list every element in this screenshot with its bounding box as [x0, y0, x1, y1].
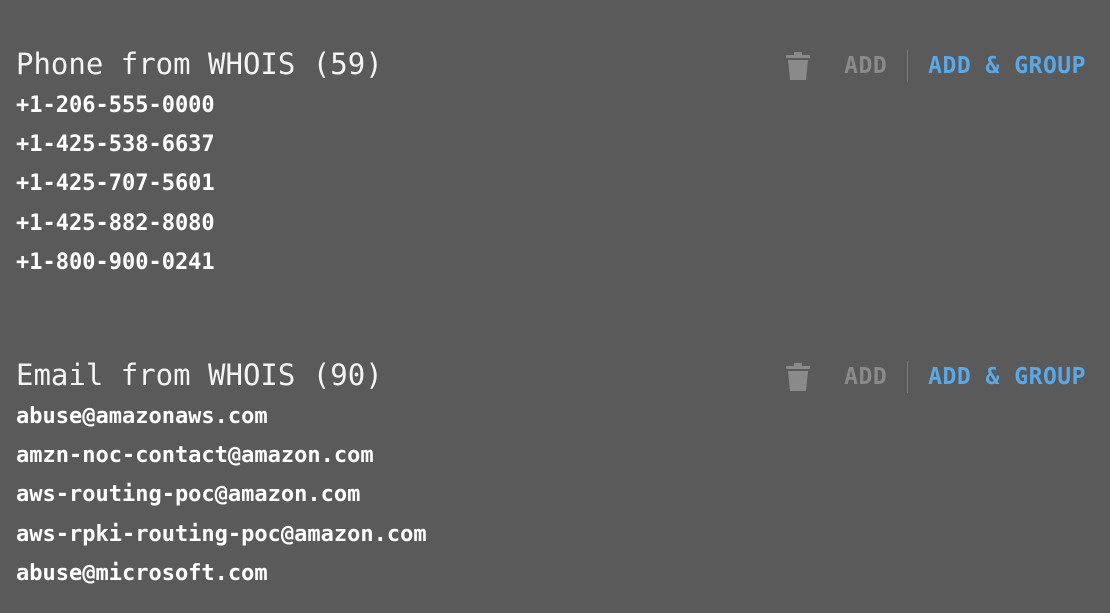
phone-section: Phone from WHOIS (59) ADD ADD & GROUP +1… [16, 44, 1086, 282]
email-section: Email from WHOIS (90) ADD ADD & GROUP ab… [16, 355, 1086, 593]
section-title: Email from WHOIS (90) [16, 358, 383, 392]
add-button[interactable]: ADD [844, 364, 887, 390]
email-list: abuse@amazonaws.com amzn-noc-contact@ama… [16, 397, 1086, 593]
add-and-group-button[interactable]: ADD & GROUP [928, 53, 1086, 79]
list-item: abuse@amazonaws.com [16, 404, 268, 429]
add-button[interactable]: ADD [844, 53, 887, 79]
section-actions: ADD ADD & GROUP [784, 359, 1086, 395]
list-item: amzn-noc-contact@amazon.com [16, 443, 374, 469]
list-item: +1-800-900-0241 [16, 249, 215, 275]
list-item: +1-425-538-6637 [16, 132, 215, 158]
delete-button[interactable] [784, 360, 812, 394]
phone-list: +1-206-555-0000 +1-425-538-6637 +1-425-7… [16, 86, 1086, 282]
add-and-group-button[interactable]: ADD & GROUP [928, 364, 1086, 390]
trash-icon [786, 52, 811, 80]
trash-icon [786, 363, 811, 391]
list-item: aws-rpki-routing-poc@amazon.com [16, 521, 427, 547]
divider [907, 50, 909, 82]
section-header: Email from WHOIS (90) ADD ADD & GROUP [16, 355, 1086, 397]
divider [907, 361, 909, 393]
list-item: aws-routing-poc@amazon.com [16, 482, 361, 508]
list-item: abuse@microsoft.com [16, 560, 268, 586]
section-header: Phone from WHOIS (59) ADD ADD & GROUP [16, 44, 1086, 86]
list-item: +1-425-707-5601 [16, 171, 215, 197]
list-item: +1-425-882-8080 [16, 210, 215, 236]
section-actions: ADD ADD & GROUP [784, 48, 1086, 84]
delete-button[interactable] [784, 49, 812, 83]
section-title: Phone from WHOIS (59) [16, 47, 383, 81]
list-item: +1-206-555-0000 [16, 93, 215, 118]
